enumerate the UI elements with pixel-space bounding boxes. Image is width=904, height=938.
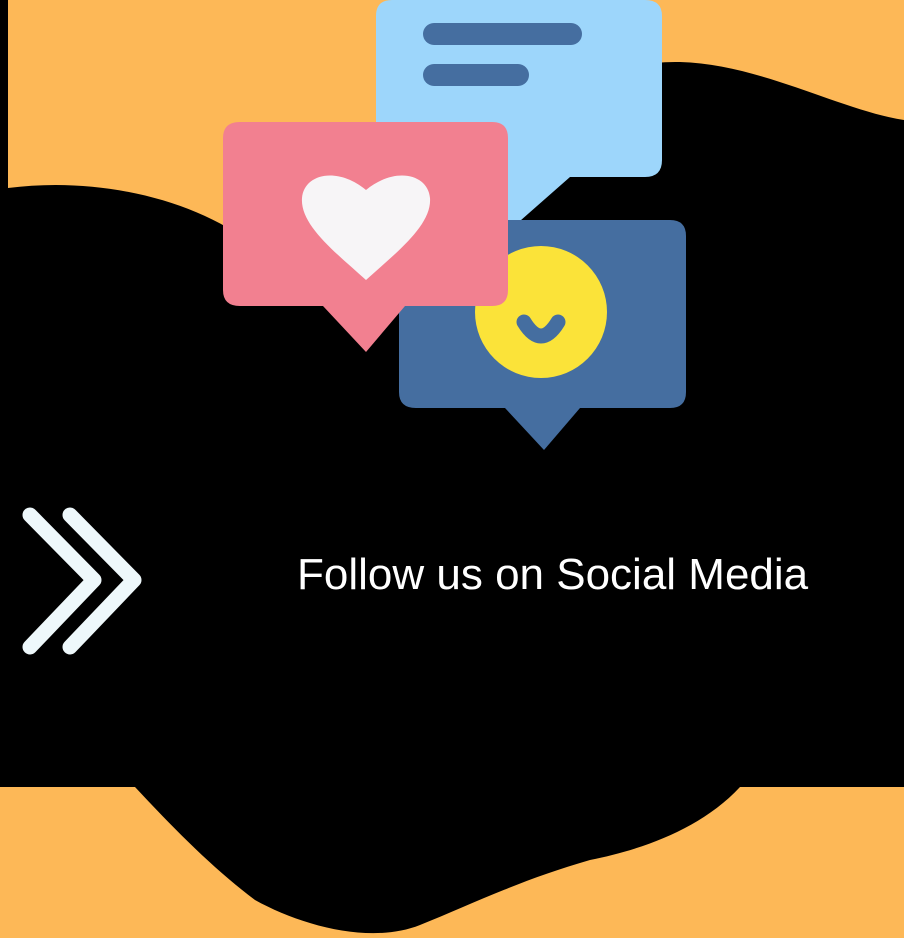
slide-canvas [0, 0, 904, 938]
follow-us-headline: Follow us on Social Media [297, 550, 809, 599]
